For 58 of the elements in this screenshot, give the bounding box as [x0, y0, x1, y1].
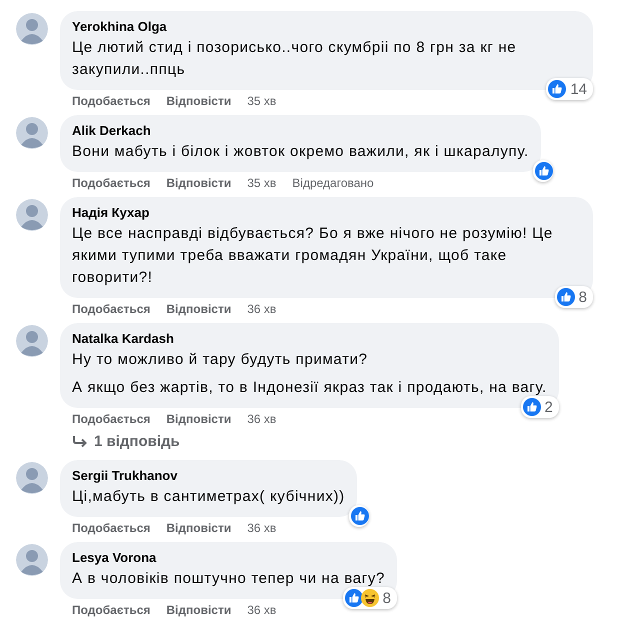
reaction-badge[interactable]: 8: [342, 587, 398, 609]
timestamp[interactable]: 36 хв: [247, 603, 276, 617]
comment-text: А в чоловіків поштучно тепер чи на вагу?: [72, 569, 386, 589]
thumbs-up-icon: [344, 589, 363, 607]
avatar[interactable]: [16, 199, 48, 231]
author-name[interactable]: Надія Кухар: [72, 205, 581, 221]
comment-text: А якщо без жартів, то в Індонезії якраз так і продають, на вагу.: [72, 378, 547, 398]
author-name[interactable]: Sergii Trukhanov: [72, 468, 345, 484]
thumbs-up-icon: [534, 162, 553, 180]
thumbs-up-icon: [350, 507, 369, 525]
avatar[interactable]: [16, 325, 48, 357]
edited-label: Відредаговано: [292, 176, 374, 190]
avatar[interactable]: [16, 13, 48, 45]
thumbs-up-icon: [556, 288, 575, 306]
comment-action-link[interactable]: Відповісти: [166, 176, 232, 190]
comment-text: Ну то можливо й тару будуть примати?: [72, 350, 369, 370]
reaction-badge[interactable]: 8: [554, 286, 593, 308]
reaction-badge[interactable]: 2: [520, 396, 559, 418]
thumbs-up-icon: [548, 80, 566, 98]
comment-action-link[interactable]: Подобається: [72, 94, 150, 108]
comment-text: Це лютий стид і позорисько..чого скумбріі по 8 грн за кг не закупили..ппць: [72, 38, 518, 80]
author-name[interactable]: Natalka Kardash: [72, 331, 547, 347]
comment-action-link[interactable]: Відповісти: [166, 94, 232, 108]
avatar[interactable]: [16, 462, 48, 494]
avatar[interactable]: [16, 544, 48, 576]
comment-action-link[interactable]: Подобається: [72, 412, 150, 426]
comment-action-link[interactable]: Подобається: [72, 302, 150, 316]
comment-text: Вони мабуть і білок і жовток окремо важили, як і шкаралупу.: [72, 142, 529, 162]
laughing-face-icon: [360, 589, 379, 607]
comment-text: Це все насправді відбувається? Бо я вже нічого не розумію! Це якими тупими треба вважати громадян України, щоб таке говорити?!: [72, 224, 554, 288]
view-replies-link[interactable]: 1 відповідь: [60, 433, 180, 460]
comment-action-link[interactable]: Подобається: [72, 176, 150, 190]
timestamp[interactable]: 36 хв: [247, 521, 276, 535]
reaction-badge[interactable]: [348, 505, 369, 527]
comment-action-link[interactable]: Відповісти: [166, 603, 232, 617]
comment-action-link[interactable]: Відповісти: [166, 521, 232, 535]
author-name[interactable]: Alik Derkach: [72, 123, 529, 139]
reaction-badge[interactable]: 14: [546, 78, 593, 100]
timestamp[interactable]: 36 хв: [247, 412, 276, 426]
comment-text: Ці,мабуть в сантиметрах( кубічних)): [72, 487, 345, 507]
reply-arrow-icon: [72, 434, 88, 448]
reaction-count: 8: [578, 288, 588, 306]
timestamp[interactable]: 35 хв: [247, 94, 276, 108]
thumbs-up-icon: [522, 398, 541, 416]
comment-action-link[interactable]: Подобається: [72, 603, 150, 617]
comment-action-link[interactable]: Відповісти: [166, 412, 232, 426]
author-name[interactable]: Yerokhina Olga: [72, 19, 581, 35]
reaction-badge[interactable]: [532, 160, 553, 182]
author-name[interactable]: Lesya Vorona: [72, 550, 386, 566]
comment-action-link[interactable]: Подобається: [72, 521, 150, 535]
timestamp[interactable]: 36 хв: [247, 302, 276, 316]
replies-count: 1 відповідь: [94, 433, 180, 450]
reaction-count: 8: [382, 590, 392, 606]
comment-action-link[interactable]: Відповісти: [166, 302, 232, 316]
reaction-count: 14: [569, 80, 588, 98]
avatar[interactable]: [16, 117, 48, 149]
reaction-count: 2: [544, 398, 554, 416]
timestamp[interactable]: 35 хв: [247, 176, 276, 190]
